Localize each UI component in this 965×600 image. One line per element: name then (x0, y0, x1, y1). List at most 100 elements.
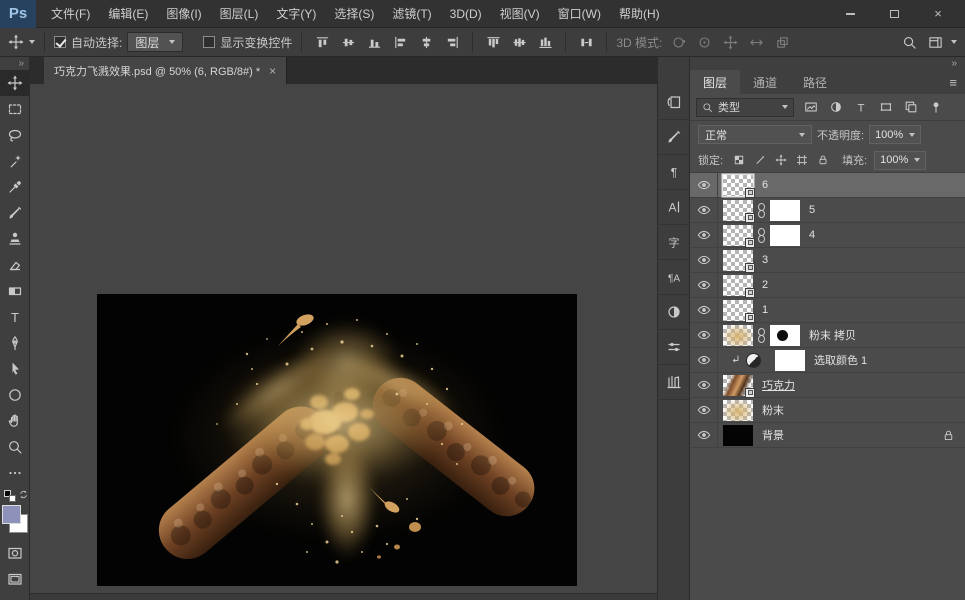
lock-paint-button[interactable] (751, 152, 768, 169)
menu-item-9[interactable]: 窗口(W) (549, 0, 610, 28)
panel-tab-glyphs[interactable]: 字 (658, 225, 689, 260)
layer-thumbnail[interactable] (723, 300, 753, 321)
lasso-tool[interactable] (0, 122, 30, 148)
type-tool[interactable]: T (0, 304, 30, 330)
ellipse-tool[interactable] (0, 382, 30, 408)
layer-row-7[interactable]: 选取颜色 1 (690, 348, 965, 373)
layer-visibility-toggle[interactable] (690, 248, 718, 272)
layer-visibility-toggle[interactable] (690, 373, 718, 397)
align-v-centers-button[interactable] (337, 31, 359, 53)
adjustment-filter-button[interactable] (825, 97, 846, 118)
layer-thumbnail[interactable] (723, 275, 753, 296)
layer-visibility-toggle[interactable] (690, 223, 718, 247)
brush-tool[interactable] (0, 200, 30, 226)
lock-move-button[interactable] (772, 152, 789, 169)
layer-visibility-toggle[interactable] (690, 198, 718, 222)
menu-item-1[interactable]: 编辑(E) (99, 0, 157, 28)
tab-close-icon[interactable]: × (269, 64, 276, 78)
close-button[interactable]: × (931, 7, 945, 21)
layer-row-4[interactable]: 2 (690, 273, 965, 298)
show-transform-checkbox[interactable] (203, 36, 215, 48)
3d-scale-button[interactable] (771, 31, 793, 53)
layer-visibility-toggle[interactable] (690, 173, 718, 197)
magic-wand-tool[interactable] (0, 148, 30, 174)
panel-tab-1[interactable]: 通道 (740, 70, 790, 94)
align-bottom-edges-button[interactable] (363, 31, 385, 53)
layer-visibility-toggle[interactable] (690, 423, 718, 447)
layer-thumbnail[interactable] (723, 375, 753, 396)
menu-item-3[interactable]: 图层(L) (211, 0, 268, 28)
panel-tab-styles[interactable]: ¶A (658, 260, 689, 295)
align-top-edges-button[interactable] (311, 31, 333, 53)
layer-row-0[interactable]: 6 (690, 173, 965, 198)
lock-artboard-button[interactable] (793, 152, 810, 169)
align-h-centers-button[interactable] (415, 31, 437, 53)
layer-visibility-toggle[interactable] (690, 348, 718, 372)
layer-mask-thumbnail[interactable] (770, 325, 800, 346)
layer-thumbnail[interactable] (723, 400, 753, 421)
align-left-edges-button[interactable] (389, 31, 411, 53)
menu-item-6[interactable]: 滤镜(T) (383, 0, 440, 28)
panel-tab-history[interactable] (658, 85, 689, 120)
layer-mask-thumbnail[interactable] (775, 350, 805, 371)
3d-pan-button[interactable] (719, 31, 741, 53)
align-right-edges-button[interactable] (441, 31, 463, 53)
layer-thumbnail[interactable] (723, 250, 753, 271)
screen-mode-button[interactable] (0, 566, 30, 592)
layer-row-8[interactable]: 巧克力 (690, 373, 965, 398)
distribute-bottom-button[interactable] (534, 31, 556, 53)
panel-tab-character[interactable]: A (658, 190, 689, 225)
zoom-tool[interactable] (0, 434, 30, 460)
toolbar-collapse-icon[interactable]: » (0, 57, 29, 70)
layer-thumbnail[interactable] (723, 200, 753, 221)
adjustment-layer-icon[interactable] (746, 353, 761, 368)
pin-filter-button[interactable] (925, 97, 946, 118)
menu-item-0[interactable]: 文件(F) (42, 0, 99, 28)
layer-row-1[interactable]: 5 (690, 198, 965, 223)
menu-item-10[interactable]: 帮助(H) (610, 0, 669, 28)
menu-item-2[interactable]: 图像(I) (157, 0, 210, 28)
layer-row-9[interactable]: 粉末 (690, 398, 965, 423)
smart-object-filter-button[interactable] (900, 97, 921, 118)
layer-row-2[interactable]: 4 (690, 223, 965, 248)
filter-type-dropdown[interactable]: 类型 (696, 98, 794, 117)
layer-thumbnail[interactable] (723, 325, 753, 346)
default-colors-icon[interactable] (9, 495, 16, 502)
direct-selection-tool[interactable] (0, 356, 30, 382)
mask-link-icon[interactable] (757, 203, 766, 218)
pen-tool[interactable] (0, 330, 30, 356)
type-filter-filter-button[interactable]: T (850, 97, 871, 118)
image-filter-button[interactable] (800, 97, 821, 118)
opacity-dropdown[interactable]: 100% (869, 125, 921, 144)
eyedropper-tool[interactable] (0, 174, 30, 200)
auto-select-checkbox[interactable] (54, 36, 66, 48)
move-tool-preset-icon[interactable] (8, 34, 24, 50)
swap-colors-icon[interactable] (18, 489, 29, 500)
tool-preset-caret-icon[interactable] (29, 40, 35, 44)
workspace-caret-icon[interactable] (951, 40, 957, 44)
panel-tab-paragraph[interactable]: ¶ (658, 155, 689, 190)
3d-slide-button[interactable] (745, 31, 767, 53)
3d-orbit-button[interactable] (667, 31, 689, 53)
layer-thumbnail[interactable] (723, 425, 753, 446)
panel-tab-brush-settings[interactable] (658, 120, 689, 155)
layer-row-10[interactable]: 背景 (690, 423, 965, 448)
panel-menu-icon[interactable]: ≡ (949, 70, 965, 94)
quick-mask-button[interactable] (0, 540, 30, 566)
layer-mask-thumbnail[interactable] (770, 225, 800, 246)
lock-all-button[interactable] (814, 152, 831, 169)
shape-filter-button[interactable] (875, 97, 896, 118)
foreground-color-swatch[interactable] (2, 505, 21, 524)
document-tab[interactable]: 巧克力飞溅效果.psd @ 50% (6, RGB/8#) * × (44, 57, 287, 84)
mask-link-icon[interactable] (757, 228, 766, 243)
distribute-spacing-button[interactable] (575, 31, 597, 53)
eraser-tool[interactable] (0, 252, 30, 278)
move-tool[interactable] (0, 70, 30, 96)
workspace-button[interactable] (924, 31, 946, 53)
hand-tool[interactable] (0, 408, 30, 434)
layer-thumbnail[interactable] (723, 225, 753, 246)
3d-roll-button[interactable] (693, 31, 715, 53)
minimize-button[interactable] (843, 7, 857, 21)
marquee-tool[interactable] (0, 96, 30, 122)
edit-toolbar[interactable] (0, 460, 30, 486)
